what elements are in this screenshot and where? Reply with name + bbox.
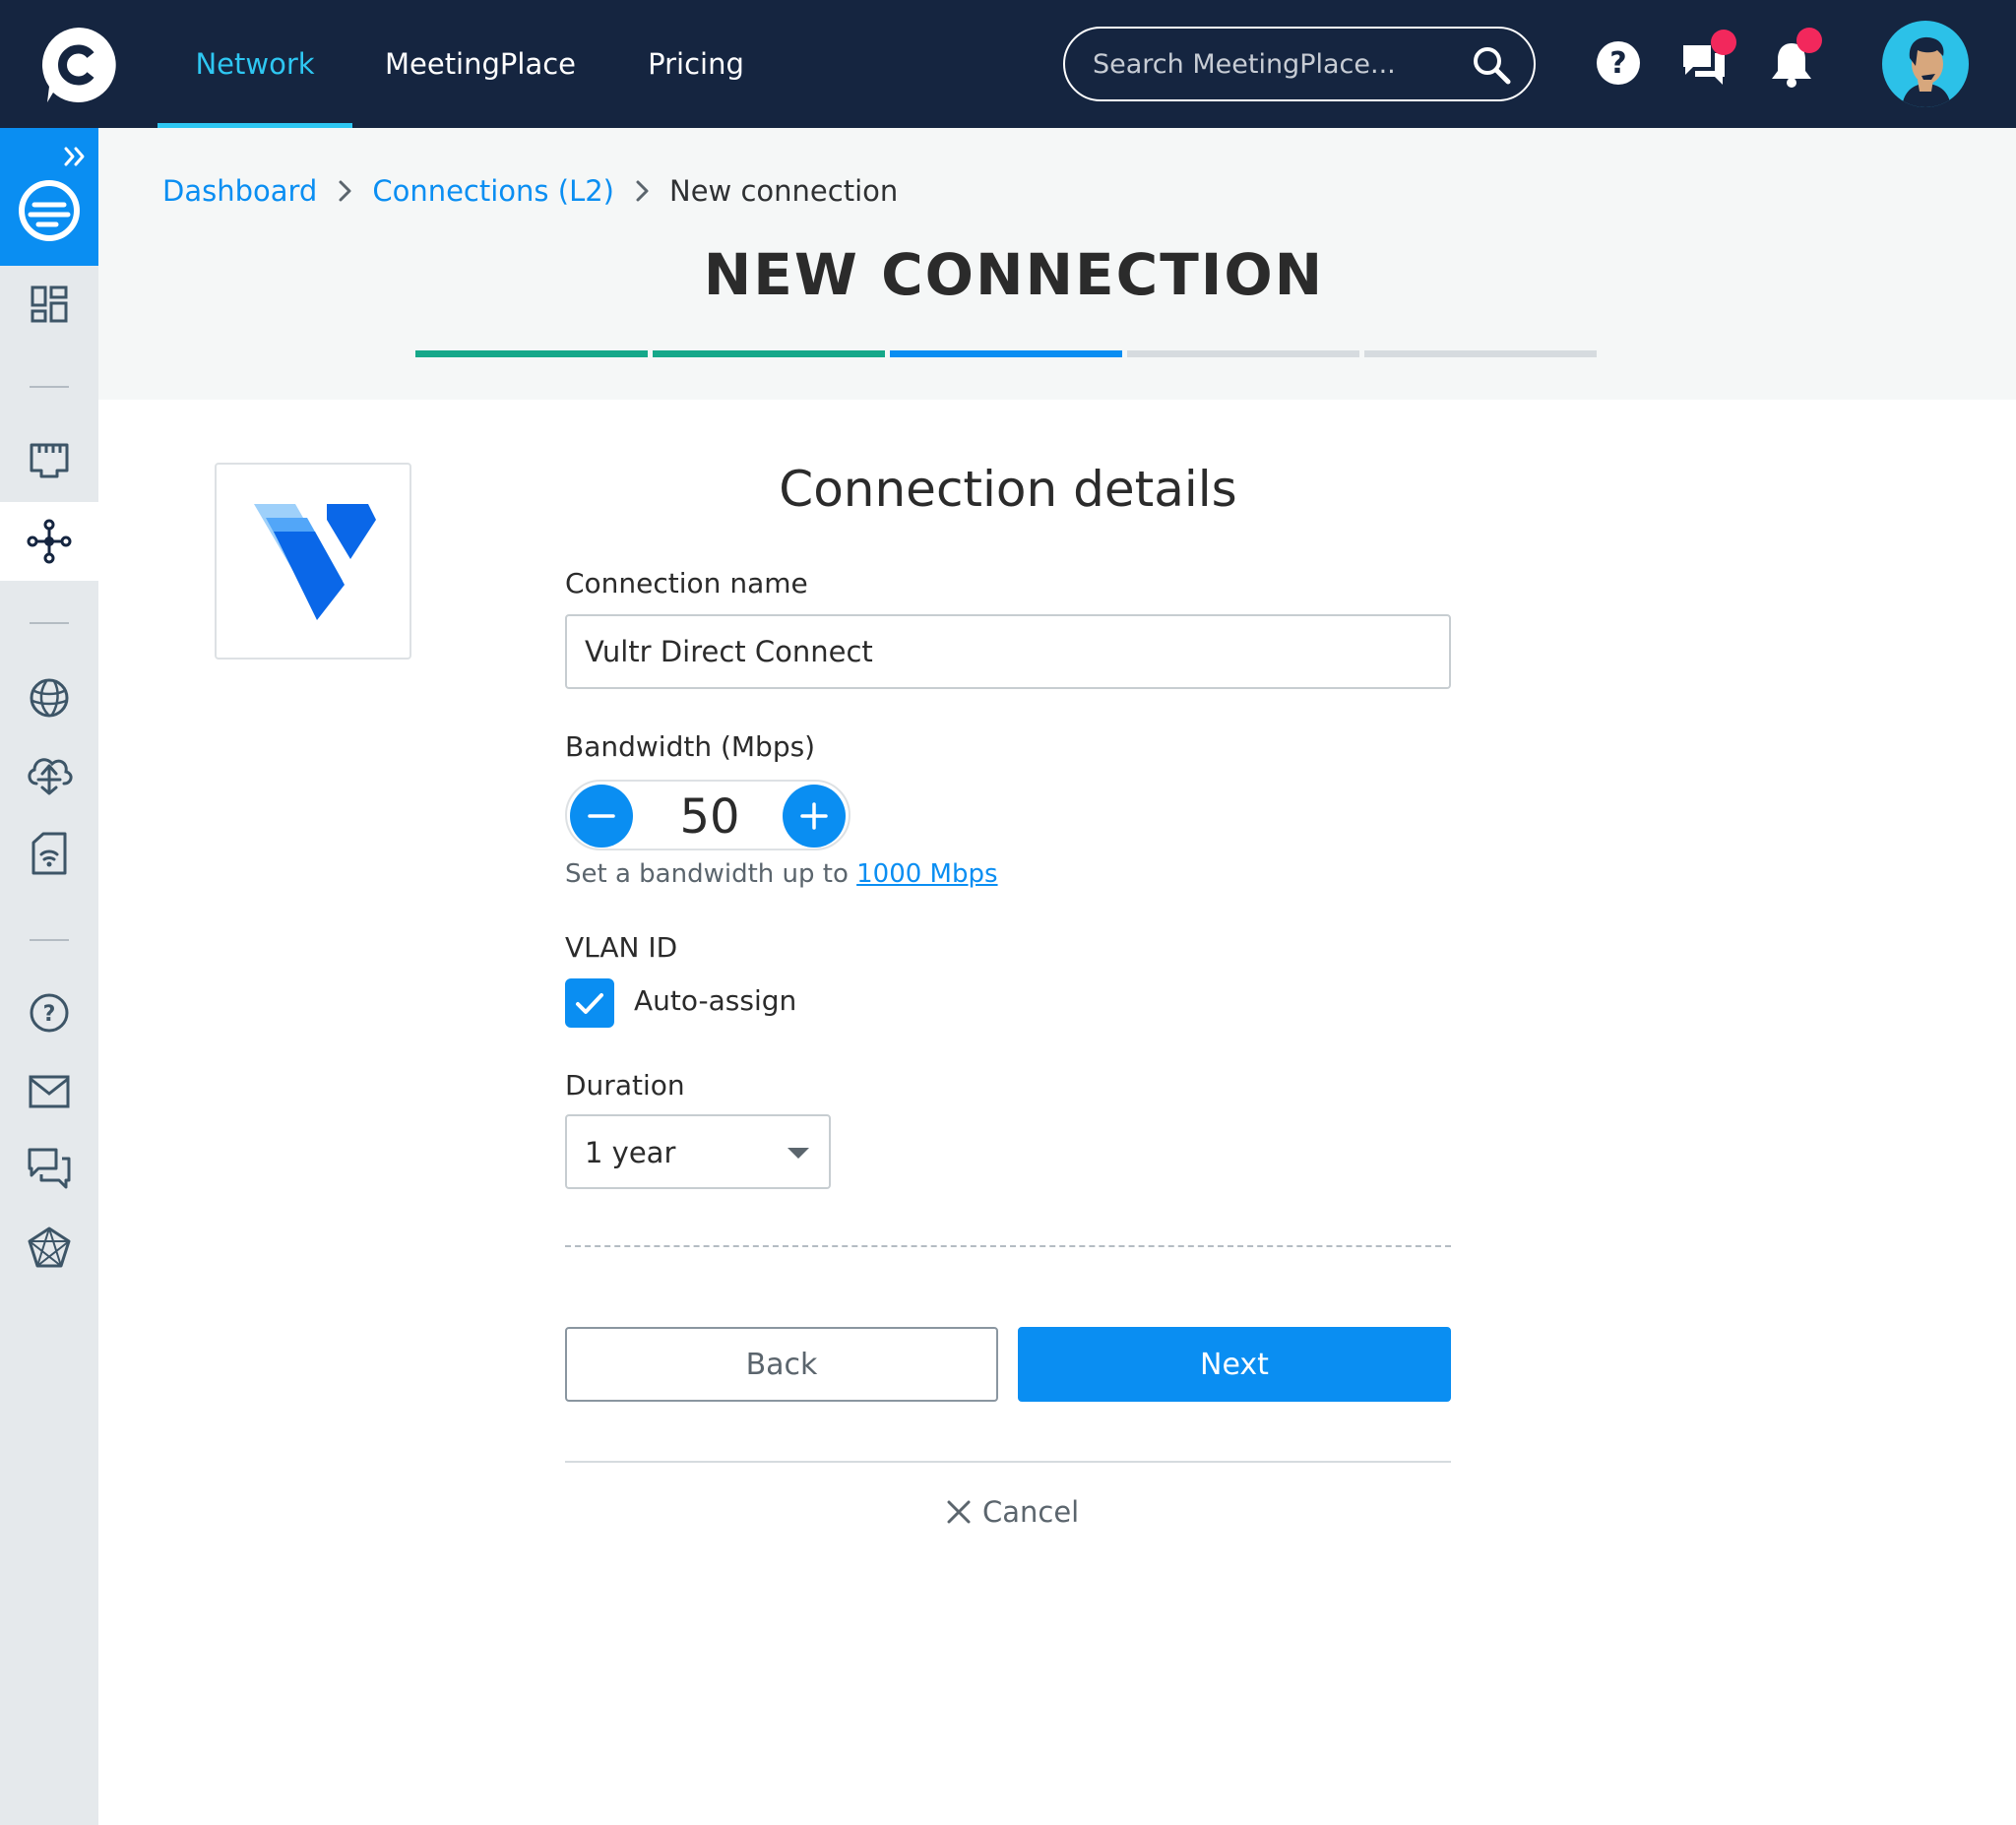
cloud-icon (28, 758, 73, 795)
cancel-label: Cancel (982, 1495, 1080, 1529)
svg-text:?: ? (1609, 46, 1626, 81)
sidebar-item-mail[interactable] (0, 1053, 98, 1130)
bandwidth-hint-text: Set a bandwidth up to (565, 859, 849, 889)
sidebar-item-ports[interactable] (0, 422, 98, 499)
form-divider (565, 1245, 1451, 1247)
brand-icon (19, 180, 80, 241)
auto-assign-label[interactable]: Auto-assign (634, 984, 796, 1017)
internet-icon (30, 678, 69, 718)
bandwidth-max-link[interactable]: 1000 Mbps (856, 859, 997, 889)
back-button[interactable]: Back (565, 1327, 998, 1402)
duration-select[interactable]: 1 year (565, 1114, 831, 1189)
top-navigation-bar: Network MeetingPlace Pricing ? (0, 0, 2016, 128)
progress-step-3 (890, 350, 1122, 357)
bandwidth-stepper: 50 (565, 780, 850, 850)
next-button[interactable]: Next (1018, 1327, 1451, 1402)
chevron-right-icon (636, 180, 649, 202)
breadcrumb-dashboard[interactable]: Dashboard (162, 174, 317, 208)
user-avatar[interactable] (1882, 21, 1969, 107)
sidebar-item-network[interactable] (0, 1209, 98, 1286)
provider-logo-card (215, 463, 411, 660)
vultr-logo-icon (254, 504, 376, 620)
sidebar-item-connections[interactable] (0, 502, 98, 581)
connection-name-input[interactable] (565, 614, 1451, 689)
minus-icon (588, 814, 615, 818)
sidebar-item-dashboard[interactable] (0, 266, 98, 343)
user-face-icon (1902, 36, 1951, 107)
sidebar: ? (0, 128, 98, 1825)
progress-step-4 (1127, 350, 1359, 357)
breadcrumb-connections[interactable]: Connections (L2) (372, 174, 614, 208)
search-icon[interactable] (1471, 44, 1512, 86)
increase-button[interactable] (783, 785, 846, 848)
breadcrumb: Dashboard Connections (L2) New connectio… (162, 169, 898, 213)
connection-name-label: Connection name (565, 567, 808, 599)
search-box (1063, 27, 1536, 101)
search-input[interactable] (1093, 40, 1457, 88)
nav-meetingplace[interactable]: MeetingPlace (374, 0, 587, 128)
progress-step-1 (415, 350, 648, 357)
auto-assign-checkbox[interactable] (565, 978, 614, 1028)
mail-icon (29, 1075, 70, 1108)
breadcrumb-current: New connection (669, 174, 899, 208)
duration-value: 1 year (585, 1136, 676, 1169)
bell-notification-dot (1796, 28, 1822, 53)
close-icon (947, 1500, 971, 1524)
chat-icon (28, 1148, 71, 1189)
sidebar-item-cloud[interactable] (0, 736, 98, 813)
page-title: NEW CONNECTION (703, 241, 1325, 308)
svg-text:?: ? (43, 1002, 56, 1027)
bandwidth-hint: Set a bandwidth up to 1000 Mbps (565, 859, 998, 889)
devices-icon (32, 832, 67, 875)
nav-network[interactable]: Network (158, 0, 352, 128)
sidebar-item-chat[interactable] (0, 1130, 98, 1207)
caret-down-icon (788, 1148, 809, 1159)
sidebar-divider (30, 939, 69, 941)
cancel-button[interactable]: Cancel (945, 1492, 1079, 1532)
progress-step-2 (653, 350, 885, 357)
chevron-right-icon (339, 180, 351, 202)
connections-icon (27, 519, 72, 564)
plus-icon (800, 802, 828, 830)
help-icon: ? (30, 993, 69, 1033)
app-logo-icon[interactable] (39, 26, 118, 104)
section-title: Connection details (779, 461, 1237, 518)
vlan-id-label: VLAN ID (565, 931, 678, 964)
dashboard-icon (31, 285, 68, 323)
expand-icon[interactable] (63, 146, 87, 167)
network-icon (28, 1227, 71, 1268)
checkmark-icon (576, 993, 603, 1014)
bandwidth-label: Bandwidth (Mbps) (565, 730, 816, 763)
chat-notification-dot (1711, 30, 1736, 55)
help-icon[interactable]: ? (1593, 37, 1644, 89)
bandwidth-value[interactable]: 50 (641, 789, 779, 845)
sidebar-item-devices[interactable] (0, 815, 98, 892)
nav-pricing[interactable]: Pricing (630, 0, 762, 128)
progress-step-5 (1364, 350, 1597, 357)
sidebar-item-internet[interactable] (0, 660, 98, 736)
sidebar-item-help[interactable]: ? (0, 975, 98, 1051)
sidebar-divider (30, 622, 69, 624)
duration-label: Duration (565, 1069, 685, 1101)
ports-icon (30, 443, 69, 478)
sidebar-divider (30, 386, 69, 388)
decrease-button[interactable] (570, 785, 633, 848)
footer-divider (565, 1461, 1451, 1463)
sidebar-brand (0, 128, 98, 266)
